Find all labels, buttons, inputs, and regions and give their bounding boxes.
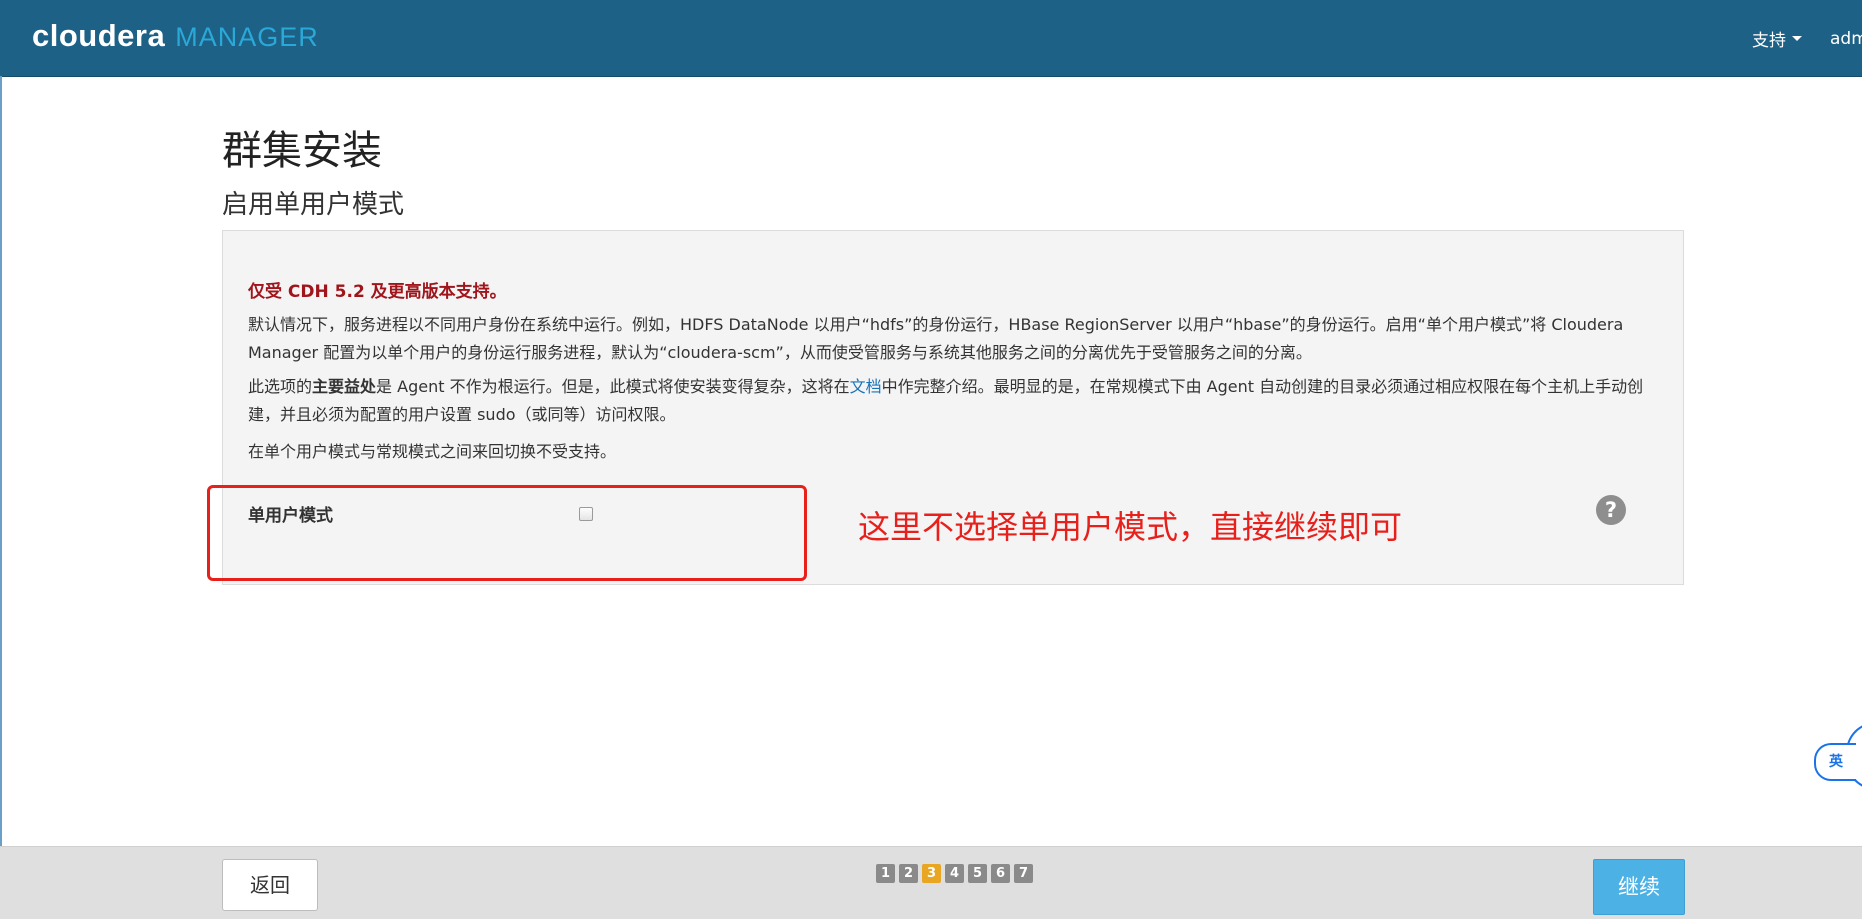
pager-step[interactable]: 2 [899,864,918,883]
pager-step[interactable]: 1 [876,864,895,883]
pager-step[interactable]: 7 [1014,864,1033,883]
p2-middle: 是 Agent 不作为根运行。但是，此模式将使安装变得复杂，这将在 [376,377,850,396]
question-circle-icon[interactable]: ? [1596,495,1626,525]
brand-main-text: cloudera [32,18,166,53]
footer-bar: 返回 1 2 3 4 5 6 7 继续 [0,846,1862,919]
step-title: 启用单用户模式 [222,190,405,220]
pager-step[interactable]: 6 [991,864,1010,883]
description-paragraph-2: 此选项的主要益处是 Agent 不作为根运行。但是，此模式将使安装变得复杂，这将… [248,373,1648,429]
navbar-right-menu: 支持 adm [1724,26,1862,52]
brand-sub-text: MANAGER [175,22,319,52]
step-pager: 1 2 3 4 5 6 7 [876,864,1037,883]
chevron-down-icon [1792,36,1802,41]
description-paragraph-1: 默认情况下，服务进程以不同用户身份在系统中运行。例如，HDFS DataNode… [248,315,1624,362]
user-menu[interactable]: adm [1830,29,1862,49]
left-edge-border [0,76,2,846]
documentation-link[interactable]: 文档 [850,377,882,396]
pager-step[interactable]: 5 [968,864,987,883]
page-title: 群集安装 [222,128,382,174]
p2-prefix: 此选项的 [248,377,313,396]
annotation-highlight-box [207,485,807,581]
pager-step[interactable]: 4 [945,864,964,883]
support-menu[interactable]: 支持 [1752,26,1802,51]
user-menu-label: adm [1830,28,1862,49]
version-notice: 仅受 CDH 5.2 及更高版本支持。 [248,282,507,302]
cloudera-manager-logo[interactable]: cloudera MANAGER [32,18,319,58]
ime-language-toggle[interactable]: 英 [1814,743,1856,781]
back-button[interactable]: 返回 [222,859,318,911]
top-navbar: cloudera MANAGER 支持 adm [0,0,1862,77]
pager-step-current[interactable]: 3 [922,864,941,883]
annotation-text: 这里不选择单用户模式，直接继续即可 [858,508,1403,546]
p2-bold: 主要益处 [312,377,377,396]
support-menu-label: 支持 [1752,31,1786,51]
continue-button[interactable]: 继续 [1593,859,1685,915]
description-paragraph-3: 在单个用户模式与常规模式之间来回切换不受支持。 [248,442,617,461]
